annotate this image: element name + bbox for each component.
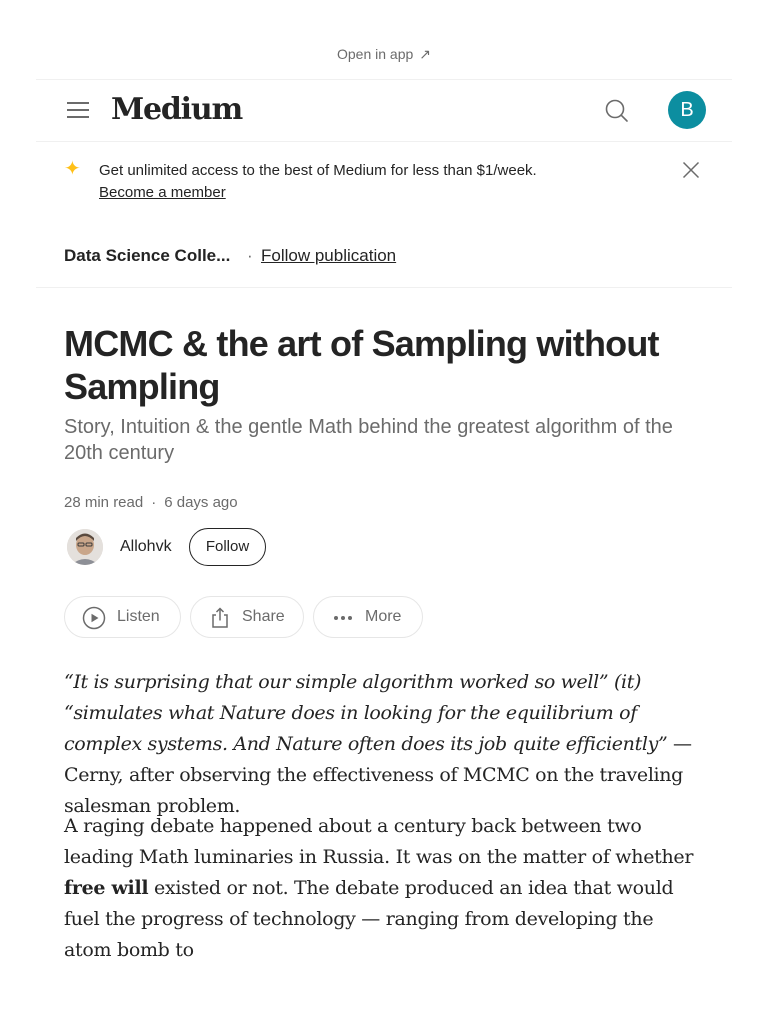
- medium-logo[interactable]: Medium: [111, 92, 243, 127]
- read-time: 28 min read: [64, 494, 144, 511]
- open-in-app-label: Open in app: [336, 46, 414, 62]
- more-button[interactable]: More: [313, 596, 423, 638]
- membership-promo: ✦ Get unlimited access to the best of Me…: [64, 158, 704, 208]
- arrow-up-right-icon: ↗: [419, 46, 432, 62]
- listen-button[interactable]: Listen: [64, 596, 181, 638]
- article-paragraph: “It is surprising that our simple algori…: [64, 667, 704, 822]
- author-row: Allohvk Follow: [64, 528, 704, 568]
- publication-name[interactable]: Data Science Colle...: [64, 246, 230, 266]
- author-avatar[interactable]: [67, 529, 103, 565]
- article-paragraph: A raging debate happened about a century…: [64, 811, 704, 966]
- article-subtitle: Story, Intuition & the gentle Math behin…: [64, 416, 673, 464]
- paragraph-text: existed or not. The debate produced an i…: [64, 877, 674, 961]
- become-member-link[interactable]: Become a member: [99, 184, 226, 201]
- more-dots-icon: [334, 616, 352, 620]
- separator-dot: ·: [247, 246, 253, 265]
- paragraph-text: A raging debate happened about a century…: [64, 815, 694, 868]
- published-date: 6 days ago: [164, 494, 238, 511]
- sparkle-icon: ✦: [64, 158, 81, 180]
- article-meta: 28 min read · 6 days ago: [64, 494, 238, 511]
- follow-publication-link[interactable]: Follow publication: [261, 246, 396, 266]
- article-title: MCMC & the art of Sampling without Sampl…: [64, 323, 660, 407]
- search-icon[interactable]: [604, 98, 630, 124]
- separator-dot: ·: [151, 494, 157, 511]
- divider: [36, 287, 732, 288]
- listen-label: Listen: [117, 608, 160, 625]
- quote-text: “It is surprising that our simple algori…: [64, 671, 668, 755]
- author-name[interactable]: Allohvk: [120, 538, 172, 556]
- share-button[interactable]: Share: [190, 596, 304, 638]
- user-avatar[interactable]: B: [668, 91, 706, 129]
- hamburger-icon[interactable]: [67, 102, 89, 118]
- share-icon: [212, 607, 228, 628]
- more-label: More: [365, 608, 402, 625]
- follow-author-button[interactable]: Follow: [189, 528, 266, 566]
- close-icon[interactable]: [682, 161, 700, 179]
- share-label: Share: [242, 608, 285, 625]
- publication-bar: Data Science Colle... · Follow publicati…: [64, 246, 704, 270]
- open-in-app-link[interactable]: Open in app ↗: [0, 46, 768, 63]
- top-navigation-bar: Medium B: [36, 79, 732, 142]
- promo-text: Get unlimited access to the best of Medi…: [99, 162, 537, 179]
- bold-text: free will: [64, 877, 149, 899]
- play-icon: [82, 606, 106, 630]
